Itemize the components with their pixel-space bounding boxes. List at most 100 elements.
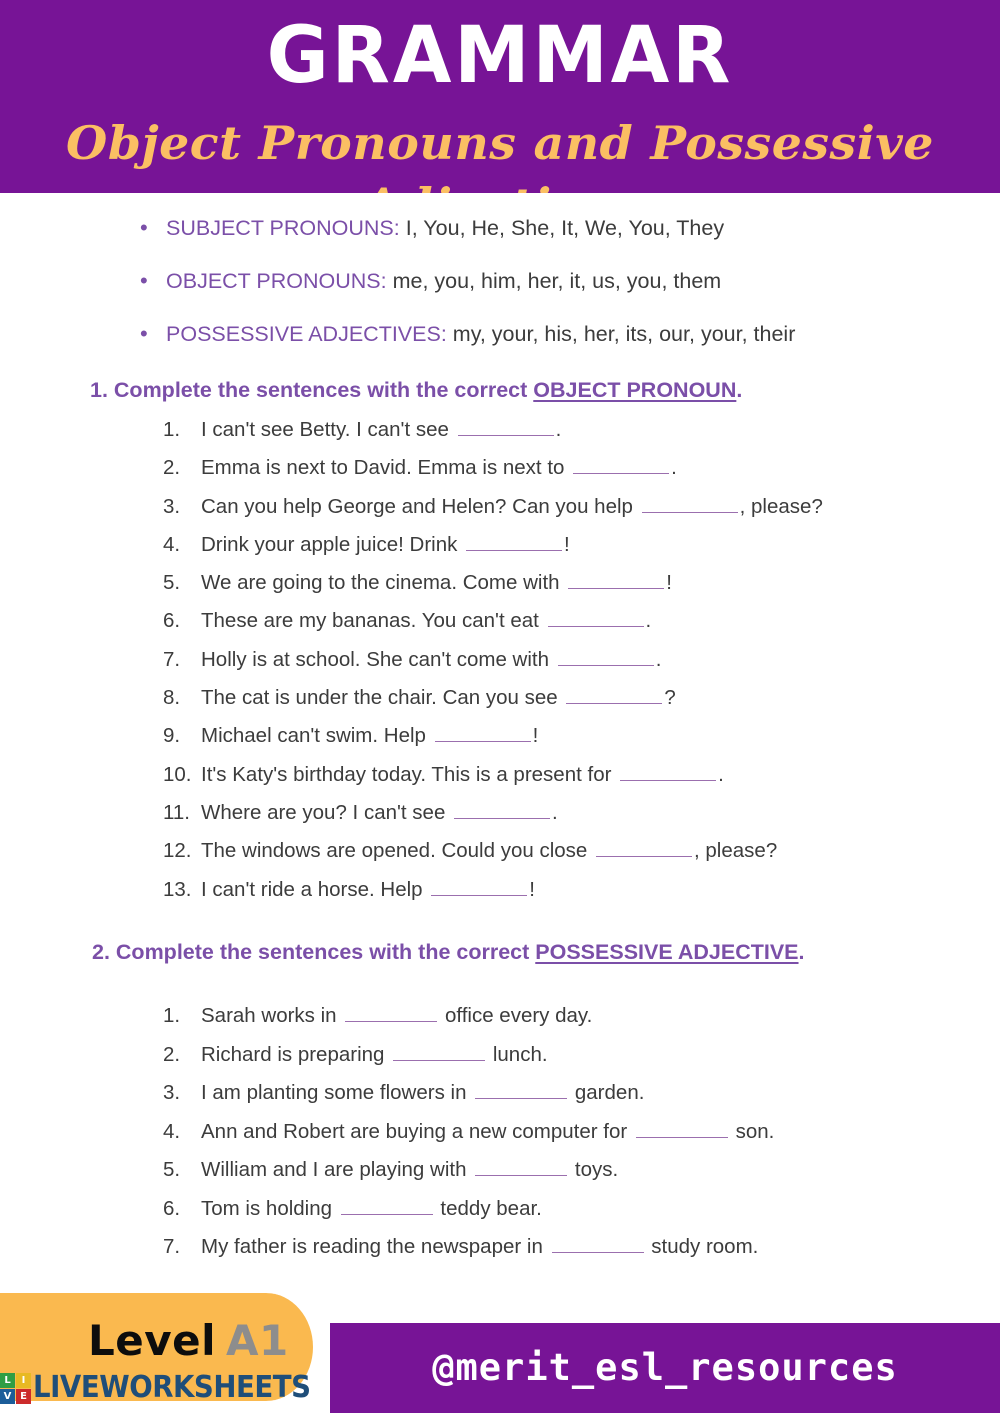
definition-values: my, your, his, her, its, our, your, thei… [452,322,796,346]
answer-blank[interactable] [641,496,738,513]
item-sentence: These are my bananas. You can't eat . [201,607,651,634]
exercise-item: 5. William and I are playing with toys. [163,1156,963,1183]
answer-blank[interactable] [596,840,693,858]
exercise-1-heading-prefix: 1. Complete the sentences with the corre… [90,378,534,402]
exercise-item: 6. Tom is holding teddy bear. [163,1195,963,1222]
liveworksheets-tiles-icon: L I V E [0,1372,31,1404]
level-word: Level [88,1316,217,1365]
sentence-before-blank: The windows are opened. Could you close [201,839,594,863]
item-number: 7. [163,1235,181,1258]
sentence-before-blank: William and I are playing with [201,1158,473,1181]
exercise-2-heading: 2. Complete the sentences with the corre… [92,938,805,966]
sentence-after-blank: garden. [569,1081,645,1104]
answer-blank[interactable] [475,1082,568,1099]
sentence-before-blank: I can't ride a horse. Help [201,877,429,901]
item-number: 9. [163,724,181,748]
item-number: 1. [163,1004,181,1027]
definition-row-object-pronouns: • OBJECT PRONOUNS: me, you, him, her, it… [140,267,970,295]
answer-blank[interactable] [568,572,665,590]
answer-blank[interactable] [566,687,663,705]
sentence-after-blank: . [555,418,562,441]
item-number: 2. [163,1042,181,1066]
sentence-after-blank: , please? [694,839,778,863]
bullet-icon: • [140,215,148,240]
sentence-before-blank: Where are you? I can't see [201,800,452,824]
answer-blank[interactable] [340,1198,433,1215]
sentence-before-blank: These are my bananas. You can't eat [201,609,545,633]
sentence-after-blank: ! [666,571,672,595]
exercise-2-heading-keyword: POSSESSIVE ADJECTIVE [535,940,799,964]
exercise-item: 2. Richard is preparing lunch. [163,1041,963,1068]
item-number: 7. [163,647,181,671]
answer-blank[interactable] [345,1005,438,1022]
lw-tile-i: I [16,1372,31,1388]
answer-blank[interactable] [557,649,654,666]
definition-row-subject-pronouns: • SUBJECT PRONOUNS: I, You, He, She, It,… [140,214,970,242]
answer-blank[interactable] [431,879,528,896]
sentence-before-blank: It's Katy's birthday today. This is a pr… [201,762,618,786]
definition-label: OBJECT PRONOUNS: [166,269,387,293]
item-sentence: Michael can't swim. Help ! [201,722,538,749]
exercise-item: 11. Where are you? I can't see . [163,799,963,826]
answer-blank[interactable] [573,457,670,475]
item-number: 6. [163,609,181,633]
item-sentence: I can't see Betty. I can't see . [201,416,561,443]
exercise-item: 6. These are my bananas. You can't eat . [163,607,963,634]
sentence-after-blank: , please? [739,494,823,518]
sentence-before-blank: The cat is under the chair. Can you see [201,686,564,710]
exercise-item: 7. Holly is at school. She can't come wit… [163,646,963,673]
footer-bar: @merit_esl_resources [330,1323,1000,1413]
definition-values: I, You, He, She, It, We, You, They [405,216,725,240]
answer-blank[interactable] [393,1044,486,1061]
exercise-2-heading-prefix: 2. Complete the sentences with the corre… [92,940,536,964]
sentence-after-blank: ! [532,724,539,748]
level-code: A1 [226,1316,289,1365]
item-sentence: Emma is next to David. Emma is next to . [201,454,677,481]
item-sentence: My father is reading the newspaper in st… [201,1233,758,1260]
sentence-after-blank: . [552,800,558,824]
answer-blank[interactable] [547,610,644,628]
sentence-before-blank: Emma is next to David. Emma is next to [201,456,571,480]
answer-blank[interactable] [635,1121,728,1138]
sentence-before-blank: My father is reading the newspaper in [201,1235,549,1258]
answer-blank[interactable] [434,725,531,743]
sentence-before-blank: I am planting some flowers in [201,1081,473,1104]
item-sentence: Where are you? I can't see . [201,799,558,826]
answer-blank[interactable] [475,1159,568,1176]
sentence-before-blank: Sarah works in [201,1004,343,1027]
answer-blank[interactable] [454,802,551,819]
item-number: 12. [163,839,192,863]
item-number: 11. [163,800,190,824]
sentence-after-blank: teddy bear. [434,1196,542,1220]
item-number: 3. [163,1081,181,1104]
sentence-after-blank: ? [664,686,676,710]
answer-blank[interactable] [620,764,717,781]
item-number: 5. [163,571,181,595]
sentence-before-blank: Holly is at school. She can't come with [201,647,555,671]
exercise-1-heading: 1. Complete the sentences with the corre… [90,376,742,404]
answer-blank[interactable] [551,1236,644,1253]
answer-blank[interactable] [466,534,563,551]
item-number: 2. [163,456,181,480]
answer-blank[interactable] [457,419,554,436]
item-sentence: It's Katy's birthday today. This is a pr… [201,761,724,788]
exercise-item: 4. Drink your apple juice! Drink ! [163,531,963,558]
item-number: 10. [163,762,192,786]
exercise-1-list: 1. I can't see Betty. I can't see . 2. Emma… [163,416,963,914]
page-title: GRAMMAR [266,11,734,101]
item-number: 4. [163,1119,181,1143]
sentence-before-blank: Drink your apple juice! Drink [201,532,464,556]
definition-values: me, you, him, her, it, us, you, them [392,269,722,293]
exercise-item: 13. I can't ride a horse. Help ! [163,876,963,903]
exercise-item: 9. Michael can't swim. Help ! [163,722,963,749]
liveworksheets-watermark: L I V E LIVEWORKSHEETS [0,1371,335,1405]
sentence-before-blank: Ann and Robert are buying a new computer… [201,1119,633,1143]
bullet-icon: • [140,321,148,346]
item-number: 6. [163,1196,181,1220]
sentence-before-blank: I can't see Betty. I can't see [201,418,455,441]
item-sentence: Tom is holding teddy bear. [201,1195,542,1222]
exercise-2-list: 1. Sarah works in office every day. 2. Rich… [163,1002,963,1272]
exercise-item: 8. The cat is under the chair. Can you se… [163,684,963,711]
item-sentence: The cat is under the chair. Can you see … [201,684,676,711]
item-number: 13. [163,877,192,901]
